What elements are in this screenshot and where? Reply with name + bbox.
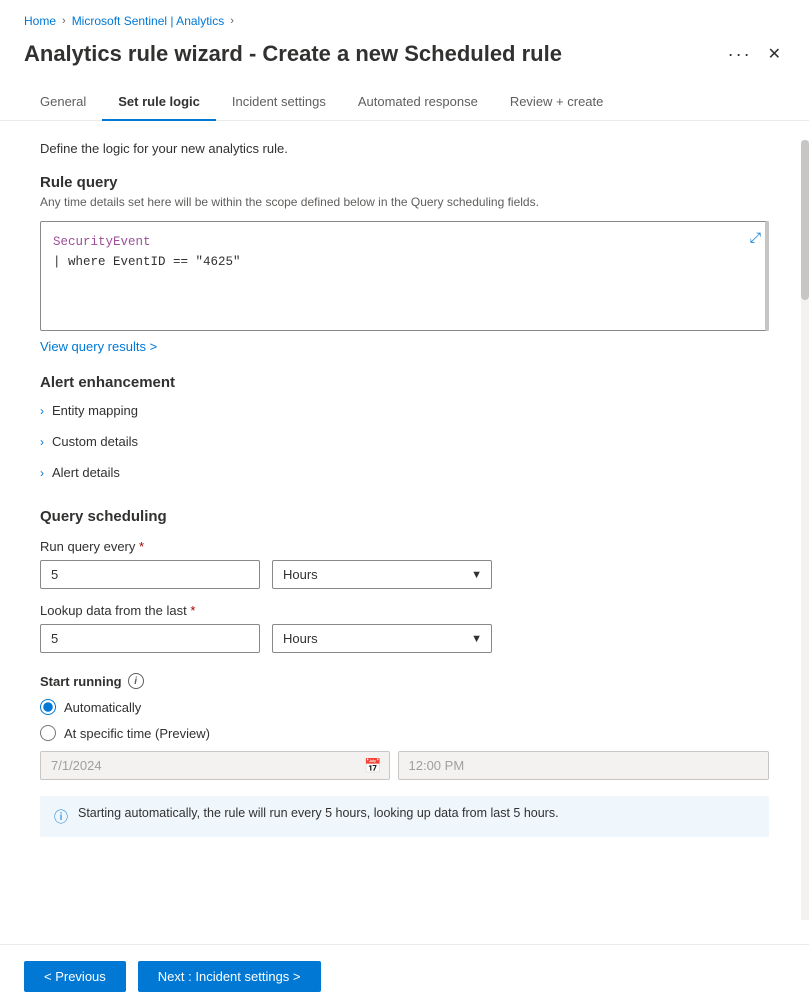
breadcrumb-sentinel[interactable]: Microsoft Sentinel | Analytics [72,14,225,28]
tab-incident-settings[interactable]: Incident settings [216,84,342,121]
next-button[interactable]: Next : Incident settings > [138,961,321,992]
scrollbar[interactable] [801,140,809,920]
custom-details-label: Custom details [52,434,138,449]
radio-specific-time[interactable]: At specific time (Preview) [40,725,769,741]
rule-query-subtitle: Any time details set here will be within… [40,195,769,209]
previous-button[interactable]: < Previous [24,961,126,992]
query-editor[interactable]: SecurityEvent | where EventID == "4625" [40,221,769,331]
info-banner-text: Starting automatically, the rule will ru… [78,806,559,820]
query-scheduling-section: Query scheduling Run query every * Hours… [40,508,769,653]
radio-automatically-label: Automatically [64,700,141,715]
more-options-icon[interactable]: ··· [728,45,752,63]
custom-details-item[interactable]: › Custom details [40,426,769,457]
start-running-label: Start running i [40,673,769,689]
rule-query-section: Rule query Any time details set here wil… [40,174,769,374]
close-button[interactable]: ✕ [764,40,785,68]
start-running-section: Start running i Automatically At specifi… [40,673,769,837]
breadcrumb-sep2: › [230,15,234,27]
lookup-data-required: * [190,603,195,618]
date-input-wrapper: 📅 [40,751,390,780]
entity-mapping-label: Entity mapping [52,403,138,418]
run-query-unit-wrapper: Hours Minutes Days ▼ [272,560,492,589]
alert-details-item[interactable]: › Alert details [40,457,769,488]
breadcrumb-sep1: › [62,15,66,27]
lookup-data-row: Hours Minutes Days ▼ [40,624,769,653]
query-line-2: | where EventID == "4625" [53,252,756,272]
start-running-info-icon[interactable]: i [128,673,144,689]
radio-automatically[interactable]: Automatically [40,699,769,715]
radio-specific-time-input[interactable] [40,725,56,741]
info-banner-icon: ⓘ [54,807,68,827]
calendar-icon: 📅 [364,757,381,774]
info-banner: ⓘ Starting automatically, the rule will … [40,796,769,837]
tab-set-rule-logic[interactable]: Set rule logic [102,84,216,121]
start-running-radio-group: Automatically At specific time (Preview) [40,699,769,741]
lookup-data-label: Lookup data from the last * [40,603,769,618]
page-header: Analytics rule wizard - Create a new Sch… [0,36,809,84]
run-query-unit-select[interactable]: Hours Minutes Days [272,560,492,589]
tab-automated-response[interactable]: Automated response [342,84,494,121]
expand-query-icon[interactable]: ⤢ [750,229,761,246]
custom-details-chevron: › [40,435,44,449]
rule-query-title: Rule query [40,174,769,191]
datetime-row: 📅 [40,751,769,780]
tab-general[interactable]: General [24,84,102,121]
view-query-results-link[interactable]: View query results > [40,339,157,354]
query-line-1: SecurityEvent [53,232,756,252]
lookup-data-value-input[interactable] [40,624,260,653]
scrollbar-thumb[interactable] [801,140,809,300]
run-query-label: Run query every * [40,539,769,554]
alert-enhancement-section: Alert enhancement › Entity mapping › Cus… [40,374,769,488]
run-query-required: * [139,539,144,554]
lookup-data-unit-wrapper: Hours Minutes Days ▼ [272,624,492,653]
radio-specific-time-label: At specific time (Preview) [64,726,210,741]
radio-automatically-input[interactable] [40,699,56,715]
query-box-wrapper: SecurityEvent | where EventID == "4625" … [40,221,769,331]
alert-details-chevron: › [40,466,44,480]
breadcrumb: Home › Microsoft Sentinel | Analytics › [0,0,809,36]
query-scroll-indicator [765,221,769,331]
entity-mapping-chevron: › [40,404,44,418]
run-query-row: Hours Minutes Days ▼ [40,560,769,589]
time-input[interactable] [398,751,770,780]
section-intro: Define the logic for your new analytics … [40,141,769,156]
entity-mapping-item[interactable]: › Entity mapping [40,395,769,426]
tab-review-create[interactable]: Review + create [494,84,620,121]
header-actions: ··· ✕ [728,40,785,68]
run-query-value-input[interactable] [40,560,260,589]
query-scheduling-title: Query scheduling [40,508,769,525]
main-content: Define the logic for your new analytics … [0,121,809,929]
alert-enhancement-title: Alert enhancement [40,374,769,391]
breadcrumb-home[interactable]: Home [24,14,56,28]
footer: < Previous Next : Incident settings > [0,944,809,1008]
lookup-data-unit-select[interactable]: Hours Minutes Days [272,624,492,653]
alert-details-label: Alert details [52,465,120,480]
date-input[interactable] [40,751,390,780]
page-title: Analytics rule wizard - Create a new Sch… [24,41,562,67]
tabs-bar: General Set rule logic Incident settings… [0,84,809,121]
